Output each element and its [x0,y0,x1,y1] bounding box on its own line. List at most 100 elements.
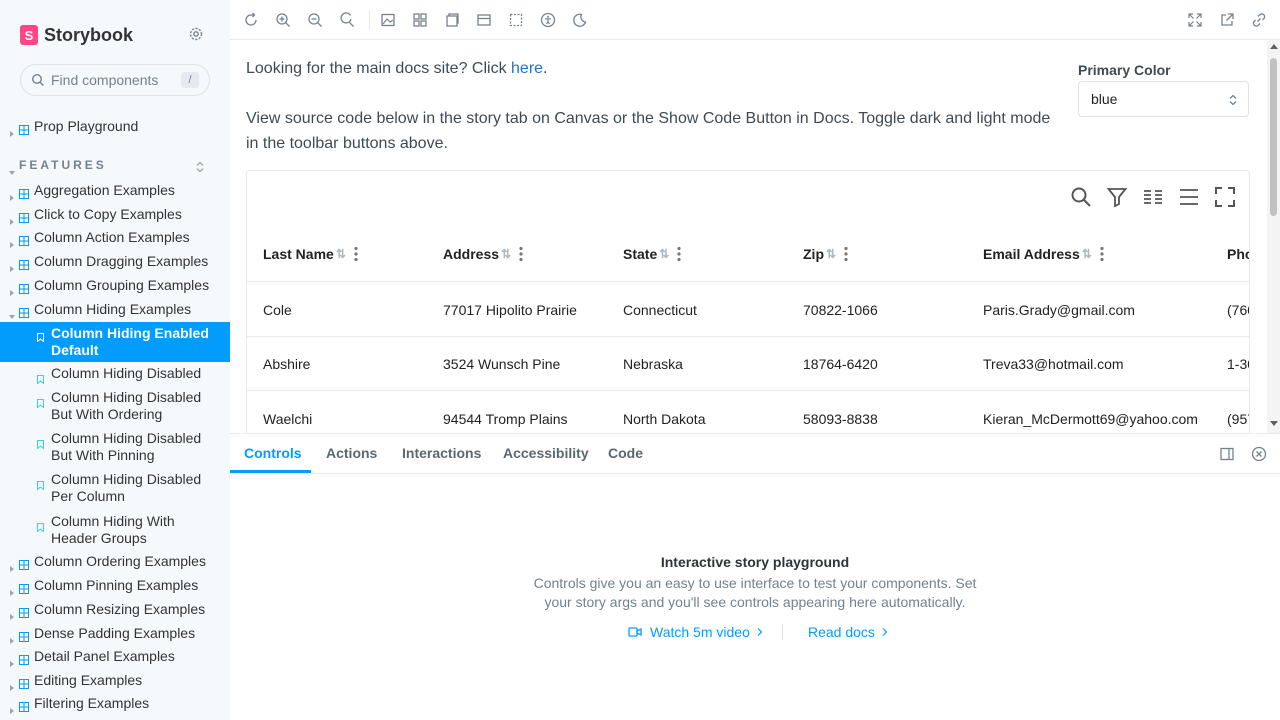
chevron-right-icon [9,607,15,620]
column-menu-icon[interactable] [354,246,358,262]
addons-panel: Controls Actions Interactions Accessibil… [230,433,1280,720]
reload-icon[interactable] [243,12,259,28]
density-icon[interactable] [1177,185,1201,209]
search-input[interactable]: Find components / [20,64,210,96]
sort-icon[interactable]: ⇅ [1082,247,1092,261]
column-menu-icon[interactable] [1100,246,1104,262]
sidebar-item-column-grouping[interactable]: Column Grouping Examples [0,277,230,296]
cell-email: Treva33@hotmail.com [983,356,1124,372]
sidebar-item-label: Column Resizing Examples [34,601,206,617]
cell-last-name: Waelchi [263,411,313,427]
watch-video-link[interactable]: Watch 5m video [628,624,764,640]
column-header-last-name[interactable]: Last Name ⇅ [263,246,358,262]
storybook-brand[interactable]: S Storybook [20,24,133,46]
sidebar-item-label: Editing Examples [34,672,143,688]
scrollbar-thumb[interactable] [1270,58,1277,216]
accessibility-icon[interactable] [540,12,556,28]
tab-actions[interactable]: Actions [326,445,377,461]
watch-video-label: Watch 5m video [650,624,750,640]
sidebar-item-column-dragging[interactable]: Column Dragging Examples [0,253,230,272]
viewport-icon[interactable] [476,12,492,28]
column-header-address[interactable]: Address ⇅ [443,246,523,262]
primary-color-select[interactable]: blue [1078,81,1249,117]
sidebar-item-label: Click to Copy Examples [34,206,182,222]
sidebar-story-column-hiding-enabled-default[interactable]: Column Hiding Enabled Default [0,322,230,362]
sort-icon[interactable]: ⇅ [826,247,836,261]
zoom-in-icon[interactable] [275,12,291,28]
sidebar-item-editing[interactable]: Editing Examples [0,672,230,691]
active-tab-indicator [230,470,311,473]
column-menu-icon[interactable] [519,246,523,262]
cell-zip: 70822-1066 [803,302,878,318]
sidebar-story-column-hiding-disabled-pinning[interactable]: Column Hiding Disabled But With Pinning [0,430,230,466]
read-docs-link[interactable]: Read docs [808,624,889,640]
measure-icon[interactable] [444,12,460,28]
tab-code[interactable]: Code [608,445,643,461]
cell-phone: (957 [1227,411,1249,427]
chevron-right-icon [9,283,15,296]
sidebar-item-column-ordering[interactable]: Column Ordering Examples [0,553,230,572]
sidebar-item-detail-panel[interactable]: Detail Panel Examples [0,648,230,667]
table-header-divider [247,281,1249,282]
chevron-right-icon [9,631,15,644]
sort-icon[interactable]: ⇅ [336,247,346,261]
sort-icon[interactable]: ⇅ [659,247,669,261]
column-header-phone[interactable]: Pho [1227,246,1249,262]
show-hide-columns-icon[interactable] [1141,185,1165,209]
docs-link[interactable]: here [511,60,543,77]
tab-accessibility[interactable]: Accessibility [503,445,589,461]
component-icon [19,652,29,665]
component-icon [19,257,29,270]
sidebar-item-column-action[interactable]: Column Action Examples [0,229,230,248]
sidebar-item-filtering[interactable]: Filtering Examples [0,695,230,714]
search-icon[interactable] [1069,185,1093,209]
scroll-up-icon[interactable] [1270,44,1278,49]
collapse-all-icon[interactable] [194,160,206,178]
panel-orientation-icon[interactable] [1219,446,1235,462]
filter-icon[interactable] [1105,185,1129,209]
sidebar-section-features[interactable]: FEATURES [0,158,230,175]
component-icon [19,581,29,594]
intro-source-text: View source code below in the story tab … [246,110,1051,152]
canvas-scrollbar[interactable] [1267,40,1280,433]
cell-state: Nebraska [623,356,683,372]
column-header-state[interactable]: State ⇅ [623,246,681,262]
close-panel-icon[interactable] [1251,446,1267,462]
background-icon[interactable] [380,12,396,28]
scroll-down-icon[interactable] [1270,421,1278,426]
sort-icon[interactable]: ⇅ [501,247,511,261]
sidebar-item-click-to-copy[interactable]: Click to Copy Examples [0,206,230,225]
sidebar-story-column-hiding-disabled-ordering[interactable]: Column Hiding Disabled But With Ordering [0,389,230,425]
cell-phone: (760 [1227,302,1249,318]
sidebar-item-column-resizing[interactable]: Column Resizing Examples [0,601,230,620]
tab-controls[interactable]: Controls [244,445,302,461]
zoom-out-icon[interactable] [307,12,323,28]
select-chevron-icon [1228,93,1238,109]
sidebar-story-column-hiding-disabled-per-column[interactable]: Column Hiding Disabled Per Column [0,471,230,507]
sidebar-item-aggregation[interactable]: Aggregation Examples [0,182,230,201]
sidebar-item-label: Aggregation Examples [34,182,175,198]
open-new-tab-icon[interactable] [1219,12,1235,28]
fullscreen-icon[interactable] [1213,185,1237,209]
cell-email: Paris.Grady@gmail.com [983,302,1135,318]
tab-interactions[interactable]: Interactions [402,445,481,461]
outline-icon[interactable] [508,12,524,28]
sidebar-story-column-hiding-header-groups[interactable]: Column Hiding With Header Groups [0,513,230,549]
grid-icon[interactable] [412,12,428,28]
sidebar-item-prop-playground[interactable]: Prop Playground [0,118,230,137]
column-header-zip[interactable]: Zip ⇅ [803,246,848,262]
sidebar-story-column-hiding-disabled[interactable]: Column Hiding Disabled [0,365,230,385]
sidebar-item-column-pinning[interactable]: Column Pinning Examples [0,577,230,596]
column-header-email[interactable]: Email Address ⇅ [983,246,1104,262]
copy-link-icon[interactable] [1251,12,1267,28]
sidebar-item-dense-padding[interactable]: Dense Padding Examples [0,625,230,644]
column-menu-icon[interactable] [677,246,681,262]
column-menu-icon[interactable] [844,246,848,262]
chevron-right-icon [9,559,15,572]
settings-gear-icon[interactable] [188,26,204,42]
sidebar-item-column-hiding[interactable]: Column Hiding Examples [0,301,230,319]
zoom-reset-icon[interactable] [339,12,355,28]
theme-icon[interactable] [572,12,588,28]
story-label: Column Hiding Disabled Per Column [51,471,202,504]
fullscreen-icon[interactable] [1187,12,1203,28]
